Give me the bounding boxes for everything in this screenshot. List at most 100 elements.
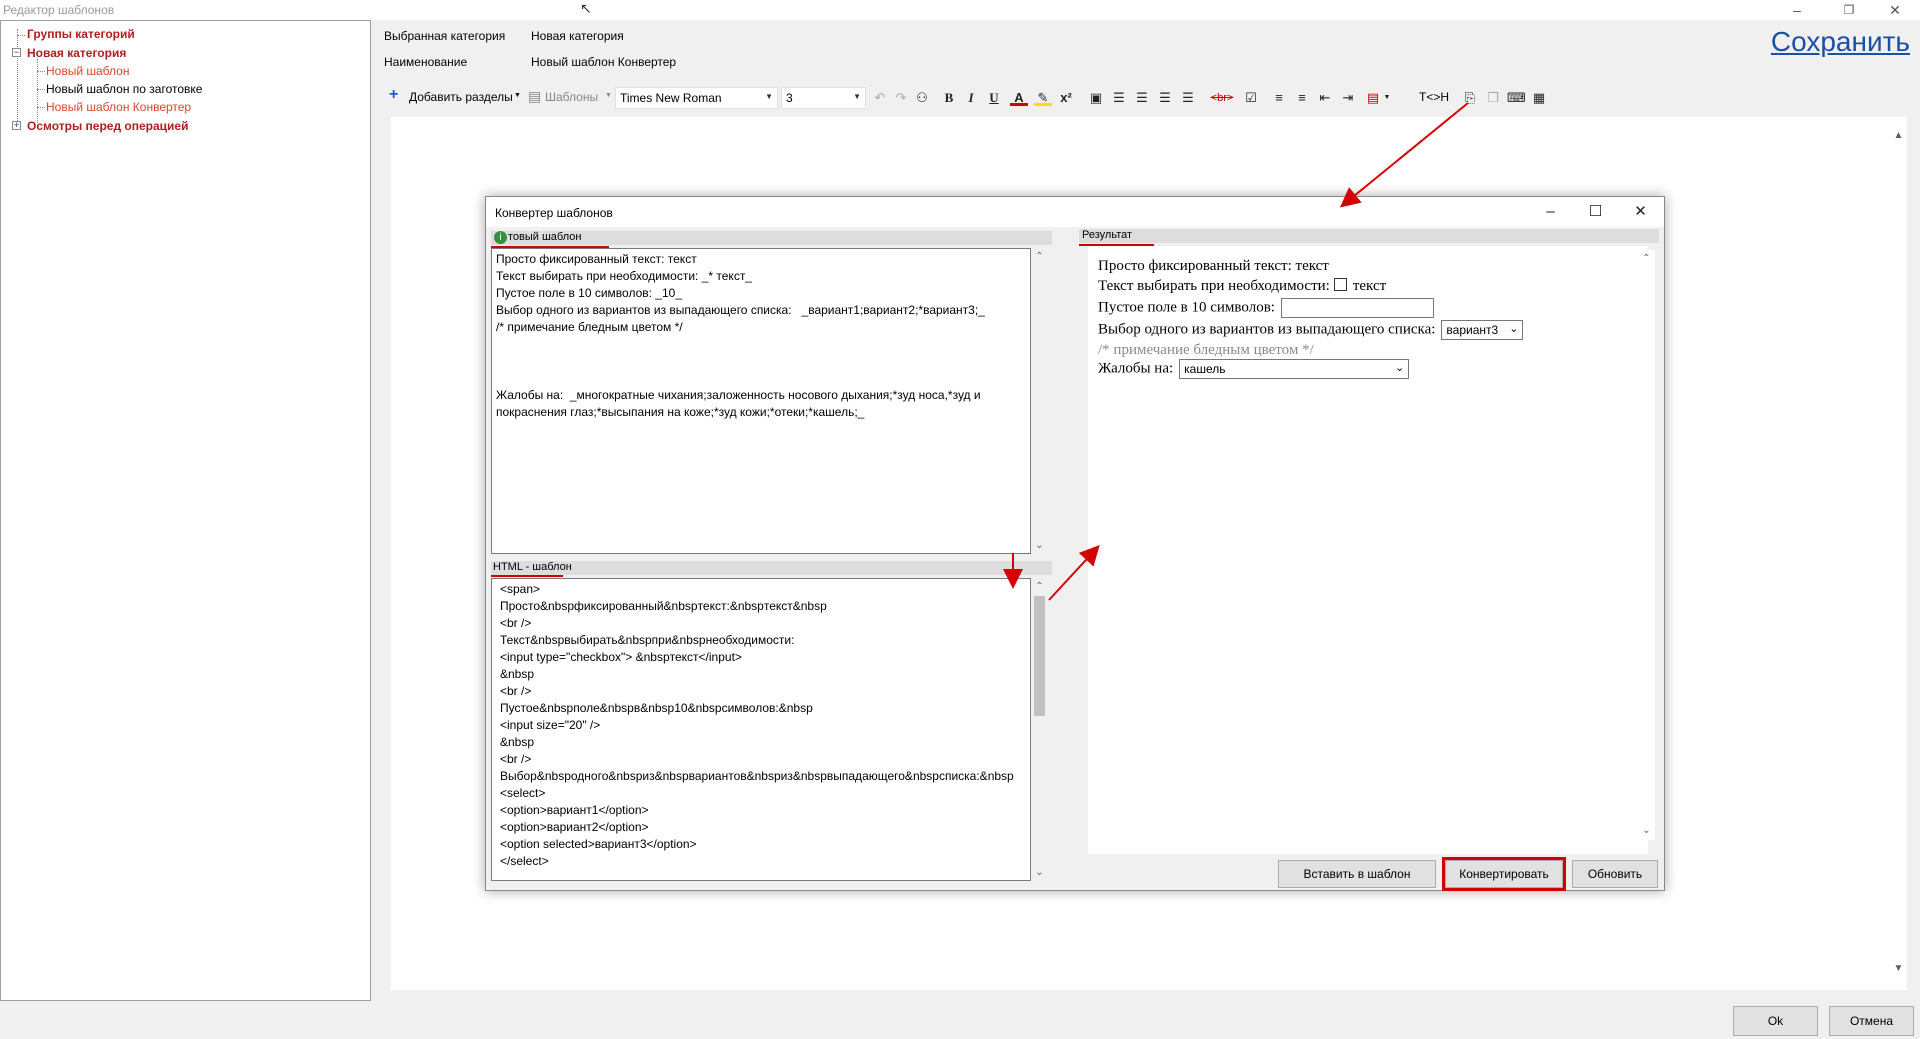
swap-t-h-button[interactable]: T<>H — [1419, 90, 1449, 106]
ok-button[interactable]: Ok — [1733, 1006, 1818, 1036]
converter-icon[interactable]: ⎘ — [1461, 89, 1479, 107]
result-variant-select[interactable]: вариант3 ⌄ — [1441, 320, 1524, 340]
expand-icon[interactable]: + — [12, 121, 21, 130]
convert-button[interactable]: Конвертировать — [1442, 857, 1566, 891]
align-left-icon[interactable]: ☰ — [1110, 89, 1128, 107]
window-title: Редактор шаблонов — [3, 3, 115, 17]
scroll-down-icon[interactable]: ⌄ — [1638, 822, 1655, 839]
dialog-maximize-button[interactable]: ☐ — [1573, 197, 1618, 227]
bullet-list-icon[interactable]: ≡ — [1293, 89, 1311, 107]
align-center-icon[interactable]: ☰ — [1133, 89, 1151, 107]
scroll-down-icon[interactable]: ⌄ — [1031, 537, 1048, 554]
cancel-button[interactable]: Отмена — [1829, 1006, 1914, 1036]
scroll-down-icon[interactable]: ⌄ — [1031, 864, 1048, 881]
text-color-icon[interactable]: A — [1010, 89, 1028, 106]
result-fixed-text: Просто фиксированный текст: текст — [1098, 258, 1329, 274]
tree-item-category-groups[interactable]: Группы категорий — [27, 27, 135, 41]
refresh-button[interactable]: Обновить — [1572, 860, 1658, 888]
minimize-button[interactable]: – — [1774, 0, 1820, 20]
source-tab-label: товый шаблон — [508, 231, 582, 243]
result-checkbox-text: текст — [1352, 278, 1387, 294]
indent-icon[interactable]: ⇥ — [1339, 89, 1357, 107]
tree-item-template-converter[interactable]: Новый шаблон Конвертер — [46, 100, 191, 114]
category-tree[interactable]: Группы категорий − Новая категория Новый… — [0, 20, 371, 1001]
underline-icon[interactable]: U — [985, 89, 1003, 107]
numbered-list-icon[interactable]: ≡ — [1270, 89, 1288, 107]
scrollbar-thumb[interactable] — [1034, 596, 1045, 716]
templates-icon: ▤ — [528, 88, 542, 104]
italic-icon[interactable]: I — [962, 89, 980, 107]
find-icon[interactable]: ⚇ — [913, 89, 931, 107]
image-icon[interactable]: ▣ — [1087, 89, 1105, 107]
scroll-up-icon[interactable]: ⌃ — [1031, 578, 1048, 595]
font-size-select[interactable]: 3 ▼ — [781, 87, 866, 109]
result-complaints-select[interactable]: кашель ⌄ — [1179, 359, 1410, 379]
plus-icon: + — [389, 86, 399, 103]
scroll-up-icon[interactable]: ⌃ — [1031, 248, 1048, 265]
align-justify-icon[interactable]: ☰ — [1179, 89, 1197, 107]
close-button[interactable]: ✕ — [1872, 0, 1918, 20]
scroll-up-icon[interactable]: ▲ — [1890, 127, 1907, 144]
result-input-label: Пустое поле в 10 символов: — [1098, 299, 1275, 316]
dialog-title: Конвертер шаблонов — [495, 206, 613, 220]
html-scrollbar[interactable]: ⌃ ⌄ — [1031, 578, 1048, 881]
result-checkbox[interactable] — [1333, 278, 1347, 291]
save-link[interactable]: Сохранить — [1771, 26, 1910, 58]
outdent-icon[interactable]: ⇤ — [1316, 89, 1334, 107]
highlight-icon[interactable]: ✎ — [1034, 89, 1052, 106]
bold-icon[interactable]: B — [940, 89, 958, 107]
editor-scrollbar[interactable]: ▲ ▼ — [1890, 117, 1907, 990]
selected-category-label: Выбранная категория — [384, 29, 506, 43]
copy-icon[interactable]: ❐ — [1484, 89, 1502, 107]
dropdown-arrow-icon[interactable]: ▼ — [605, 92, 612, 108]
annotation-underline — [491, 575, 563, 577]
insert-into-template-button[interactable]: Вставить в шаблон — [1278, 860, 1436, 888]
source-scrollbar[interactable]: ⌃ ⌄ — [1031, 248, 1048, 554]
tree-item-pre-op-exams[interactable]: Осмотры перед операцией — [27, 119, 188, 133]
html-tab-label: HTML - шаблон — [493, 561, 572, 573]
mouse-cursor-icon: ↖ — [580, 0, 592, 16]
tree-item-new-category[interactable]: Новая категория — [27, 46, 126, 60]
redo-icon[interactable]: ↷ — [892, 89, 910, 107]
superscript-icon[interactable]: x² — [1057, 89, 1075, 107]
scroll-down-icon[interactable]: ▼ — [1890, 960, 1907, 977]
result-tab[interactable]: Результат — [1079, 229, 1659, 243]
tree-item-new-template[interactable]: Новый шаблон — [46, 64, 129, 78]
result-complaints-value: кашель — [1184, 362, 1226, 376]
html-text-area[interactable]: <span> Просто&nbspфиксированный&nbspтекс… — [491, 578, 1031, 881]
result-text-input[interactable] — [1280, 298, 1434, 318]
keyboard-icon[interactable]: ⌨ — [1507, 89, 1526, 107]
converter-dialog: Конвертер шаблонов – ☐ ✕ i товый шаблон … — [485, 196, 1665, 891]
html-tab[interactable]: HTML - шаблон — [491, 561, 1052, 575]
spellcheck-icon[interactable]: ☑ — [1242, 89, 1260, 107]
result-note: /* примечание бледным цветом */ — [1098, 342, 1314, 358]
table-icon[interactable]: ▦ — [1530, 89, 1548, 107]
result-scrollbar[interactable]: ⌃ ⌄ — [1638, 250, 1655, 840]
selected-category-value: Новая категория — [531, 29, 624, 43]
result-preview: Просто фиксированный текст: текст Текст … — [1088, 246, 1648, 854]
result-input-row: Пустое поле в 10 символов: — [1098, 298, 1434, 318]
collapse-icon[interactable]: − — [12, 48, 21, 57]
align-right-icon[interactable]: ☰ — [1156, 89, 1174, 107]
undo-icon[interactable]: ↶ — [871, 89, 889, 107]
restore-button[interactable]: ❐ — [1826, 0, 1872, 20]
chevron-down-icon: ▼ — [853, 92, 861, 101]
source-text-area[interactable]: Просто фиксированный текст: текст Текст … — [491, 248, 1031, 554]
dialog-close-button[interactable]: ✕ — [1618, 197, 1663, 227]
chevron-down-icon: ⌄ — [1394, 362, 1405, 374]
tree-item-template-from-draft[interactable]: Новый шаблон по заготовке — [46, 82, 202, 96]
chevron-down-icon: ▼ — [765, 92, 773, 101]
result-select-label: Выбор одного из вариантов из выпадающего… — [1098, 321, 1436, 338]
remove-format-icon[interactable]: <br> — [1206, 89, 1238, 107]
editor-toolbar: + Добавить разделы ▼ ▤ Шаблоны ▼ Times N… — [384, 84, 1920, 112]
add-sections-button[interactable]: Добавить разделы — [409, 90, 513, 106]
source-tab[interactable]: i товый шаблон — [491, 231, 1052, 245]
scroll-up-icon[interactable]: ⌃ — [1638, 250, 1655, 267]
result-select-row: Выбор одного из вариантов из выпадающего… — [1098, 320, 1524, 340]
result-checkbox-label: Текст выбирать при необходимости: — [1098, 278, 1330, 294]
templates-button[interactable]: Шаблоны — [545, 90, 598, 106]
dropdown-arrow-icon[interactable]: ▼ — [1378, 89, 1396, 107]
dialog-minimize-button[interactable]: – — [1528, 197, 1573, 227]
font-family-select[interactable]: Times New Roman ▼ — [615, 87, 778, 109]
dropdown-arrow-icon[interactable]: ▼ — [514, 92, 521, 108]
